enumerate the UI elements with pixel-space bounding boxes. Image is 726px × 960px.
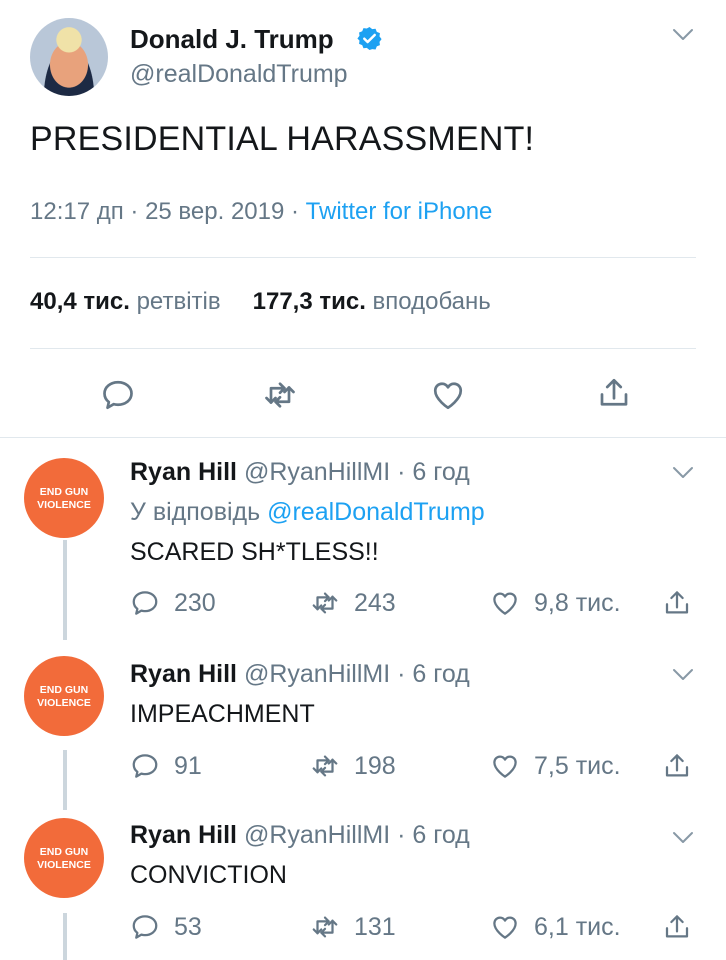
share-action[interactable] [662,912,706,942]
retweets-label: ретвітів [136,288,221,315]
retweets-count: 40,4 тис. [30,288,130,315]
like-action[interactable]: 7,5 тис. [490,751,621,781]
chevron-down-icon[interactable] [672,466,694,480]
likes-count: 177,3 тис. [252,288,366,315]
author-name[interactable]: Ryan Hill [130,458,237,486]
tweet-time[interactable]: 12:17 дп [30,198,124,225]
chevron-down-icon[interactable] [672,831,694,845]
chevron-down-icon[interactable] [672,28,694,42]
chevron-down-icon[interactable] [672,668,694,682]
retweet-action[interactable]: 243 [310,588,396,618]
avatar[interactable]: END GUN VIOLENCE [24,458,104,538]
reply-action[interactable]: 91 [130,751,202,781]
replying-to-label: У відповідь [130,498,261,526]
author-handle[interactable]: @RyanHillMI [244,660,390,688]
avatar[interactable]: END GUN VIOLENCE [24,818,104,898]
avatar[interactable]: END GUN VIOLENCE [24,656,104,736]
retweet-icon [310,588,340,618]
reply-icon[interactable] [100,377,136,413]
reply-tweet[interactable]: END GUN VIOLENCE Ryan Hill @RyanHillMI · … [0,640,726,810]
author-handle[interactable]: @realDonaldTrump [130,60,348,89]
tweet-meta: 12:17 дп · 25 вер. 2019 · Twitter for iP… [30,198,492,226]
share-icon [662,588,692,618]
thread-line [63,540,67,640]
retweet-icon[interactable] [262,377,298,413]
retweets-stat[interactable]: 40,4 тис. ретвітів [30,288,221,315]
author-name[interactable]: Ryan Hill [130,821,237,849]
main-tweet: Donald J. Trump @realDonaldTrump PRESIDE… [0,0,726,440]
reply-text: CONVICTION [130,861,287,889]
retweet-action[interactable]: 198 [310,751,396,781]
mention-link[interactable]: @realDonaldTrump [267,498,485,526]
reply-text: IMPEACHMENT [130,700,315,728]
reply-text: SCARED SH*TLESS!! [130,538,379,566]
meta-separator: · [123,198,146,225]
reply-icon [130,588,160,618]
author-name[interactable]: Donald J. Trump [130,24,334,55]
retweet-icon [310,912,340,942]
retweet-action[interactable]: 131 [310,912,396,942]
engagement-stats: 40,4 тис. ретвітів 177,3 тис. вподобань [30,288,491,316]
author-name[interactable]: Ryan Hill [130,660,237,688]
thread-line [63,750,67,810]
like-icon [490,751,520,781]
reply-action[interactable]: 230 [130,588,216,618]
like-action[interactable]: 9,8 тис. [490,588,621,618]
reply-tweet[interactable]: END GUN VIOLENCE Ryan Hill @RyanHillMI · … [0,805,726,960]
thread-line [63,913,67,960]
reply-tweet[interactable]: END GUN VIOLENCE Ryan Hill @RyanHillMI · … [0,440,726,640]
reply-header: Ryan Hill @RyanHillMI · 6 год [130,660,470,689]
likes-label: вподобань [372,288,491,315]
author-handle[interactable]: @RyanHillMI [244,821,390,849]
like-action[interactable]: 6,1 тис. [490,912,621,942]
tweet-text: PRESIDENTIAL HARASSMENT! [30,120,535,158]
share-icon [662,751,692,781]
like-icon [490,588,520,618]
reply-time[interactable]: · 6 год [397,660,470,688]
tweet-date[interactable]: 25 вер. 2019 [145,198,284,225]
share-action[interactable] [662,588,706,618]
divider [30,348,696,349]
likes-stat[interactable]: 177,3 тис. вподобань [253,288,491,315]
share-action[interactable] [662,751,706,781]
reply-time[interactable]: · 6 год [397,458,470,486]
share-icon[interactable] [596,375,632,411]
retweet-icon [310,751,340,781]
tweet-source[interactable]: Twitter for iPhone [306,198,493,225]
reply-icon [130,751,160,781]
verified-icon [357,27,382,50]
author-handle[interactable]: @RyanHillMI [244,458,390,486]
like-icon[interactable] [430,377,466,413]
reply-icon [130,912,160,942]
like-icon [490,912,520,942]
replying-to: У відповідь @realDonaldTrump [130,498,485,527]
share-icon [662,912,692,942]
divider [0,437,726,438]
divider [30,257,696,258]
reply-header: Ryan Hill @RyanHillMI · 6 год [130,821,470,850]
meta-separator: · [284,198,306,225]
avatar[interactable] [30,18,108,96]
reply-time[interactable]: · 6 год [397,821,470,849]
reply-header: Ryan Hill @RyanHillMI · 6 год [130,458,470,487]
reply-action[interactable]: 53 [130,912,202,942]
